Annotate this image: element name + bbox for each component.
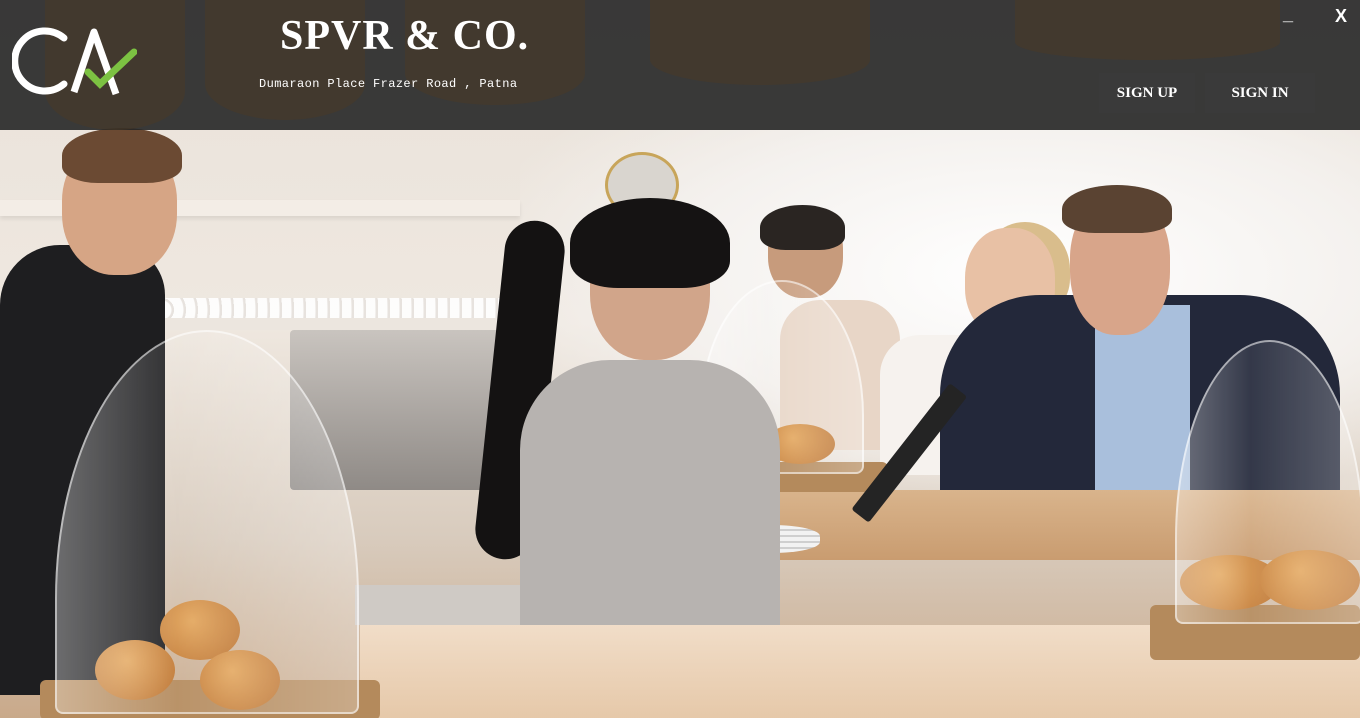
- company-name: SPVR & CO.: [280, 13, 530, 59]
- minimize-button[interactable]: _: [1283, 4, 1293, 25]
- header-bar: SPVR & CO. Dumaraon Place Frazer Road , …: [0, 0, 1360, 130]
- sign-in-button[interactable]: SIGN IN: [1205, 73, 1315, 113]
- ca-logo-icon: [11, 20, 138, 102]
- close-button[interactable]: X: [1335, 6, 1347, 27]
- sign-up-button[interactable]: SIGN UP: [1099, 73, 1195, 113]
- company-address: Dumaraon Place Frazer Road , Patna: [259, 77, 518, 91]
